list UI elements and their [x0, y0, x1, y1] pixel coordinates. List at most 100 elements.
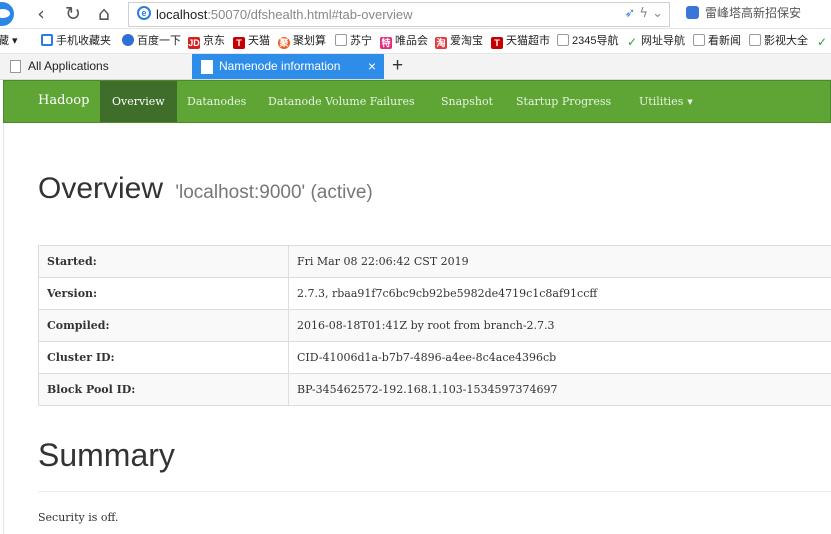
speed-icon[interactable]: ➶	[624, 6, 635, 21]
page-icon	[335, 34, 347, 46]
bookmark-label: 天猫	[248, 35, 270, 47]
overview-heading: Overview 'localhost:9000' (active)	[38, 172, 373, 206]
table-row: Compiled: 2016-08-18T01:41Z by root from…	[38, 309, 831, 342]
bookmark-label: 京东	[203, 35, 225, 47]
browser-logo-icon	[0, 2, 14, 26]
bookmark-item[interactable]: 聚聚划算	[278, 33, 326, 49]
bookmark-item[interactable]: T 天猫超市	[491, 33, 550, 49]
baidu-search-icon	[686, 6, 699, 19]
nav-utilities-label: Utilities	[639, 95, 684, 108]
url-host: localhost	[156, 7, 208, 22]
table-row: Started: Fri Mar 08 22:06:42 CST 2019	[38, 245, 831, 278]
chevron-down-icon[interactable]: ⌄	[652, 6, 663, 21]
phone-icon	[41, 34, 53, 46]
row-key: Compiled:	[38, 309, 289, 342]
nav-datanode-volume-failures[interactable]: Datanode Volume Failures	[268, 81, 415, 122]
row-value: BP-345462572-192.168.1.103-1534597374697	[288, 373, 831, 406]
tmall-market-icon: T	[491, 37, 503, 49]
vip-icon: 特	[380, 37, 392, 49]
bookmark-label: 聚划算	[293, 35, 326, 47]
new-tab-button[interactable]: +	[392, 55, 403, 77]
bookmarks-bar: 藏 ▾ 手机收藏夹 百度一下 JD京东 T天猫 聚聚划算 苏宁 特唯品会 淘爱淘…	[0, 29, 831, 54]
page-border	[3, 123, 4, 534]
home-button[interactable]: ⌂	[93, 3, 115, 25]
bookmark-label: 天猫超市	[506, 35, 550, 47]
bookmark-item[interactable]: JD 京东	[188, 33, 225, 49]
bookmark-label: 百度一下	[137, 35, 181, 47]
url-path: :50070/dfshealth.html#tab-overview	[207, 7, 413, 22]
page-icon	[10, 60, 21, 73]
bookmark-item[interactable]: 手机收藏夹	[41, 33, 111, 49]
bookmark-label: 手机收藏夹	[56, 35, 111, 47]
table-row: Block Pool ID: BP-345462572-192.168.1.10…	[38, 373, 831, 406]
search-box[interactable]: 雷峰塔高新招保安	[676, 2, 831, 25]
table-row: Cluster ID: CID-41006d1a-b7b7-4896-a4ee-…	[38, 341, 831, 374]
hadoop-navbar: Hadoop Overview Datanodes Datanode Volum…	[3, 80, 831, 123]
page-icon	[693, 34, 705, 46]
page-icon	[201, 60, 213, 74]
site-info-icon[interactable]: e	[137, 6, 151, 20]
bookmark-label: 网址导航	[641, 35, 685, 47]
bookmark-label: 看新闻	[708, 35, 741, 47]
bookmark-label: 爱淘宝	[450, 35, 483, 47]
overview-table: Started: Fri Mar 08 22:06:42 CST 2019 Ve…	[38, 245, 831, 406]
row-key: Cluster ID:	[38, 341, 289, 374]
nav-datanodes[interactable]: Datanodes	[187, 81, 246, 122]
page-icon	[557, 34, 569, 46]
tab-label: Namenode information	[219, 59, 341, 73]
bookmark-item[interactable]: 2345导航	[557, 33, 618, 49]
bookmark-item[interactable]: 看新闻	[693, 33, 741, 49]
bookmarks-menu[interactable]: 藏 ▾	[0, 33, 18, 49]
page-title: Overview	[38, 172, 164, 205]
tab-all-applications[interactable]: All Applications	[0, 54, 190, 79]
nav-snapshot[interactable]: Snapshot	[441, 81, 493, 122]
row-value: CID-41006d1a-b7b7-4896-a4ee-8c4ace4396cb	[288, 341, 831, 374]
check-icon: ✓	[626, 35, 638, 49]
juhuasuan-icon: 聚	[278, 37, 290, 49]
bookmark-item[interactable]: 影视大全	[749, 33, 808, 49]
bookmark-item[interactable]: 百度一下	[122, 33, 181, 49]
divider	[38, 491, 831, 492]
nav-utilities[interactable]: Utilities ▼	[639, 81, 693, 122]
bookmark-item[interactable]: 淘爱淘宝	[435, 33, 483, 49]
aitaobao-icon: 淘	[435, 37, 447, 49]
flash-icon[interactable]: ϟ	[639, 6, 648, 21]
security-status: Security is off.	[38, 511, 119, 524]
bookmark-item[interactable]: ✓ 网址导航	[626, 33, 685, 49]
bookmark-label: 2345导航	[572, 35, 619, 47]
bookmark-label: 影视大全	[764, 35, 808, 47]
bookmark-item[interactable]: ✓	[816, 33, 831, 49]
tab-label: All Applications	[28, 59, 109, 73]
baidu-paw-icon	[122, 34, 134, 46]
bookmark-item[interactable]: T 天猫	[233, 33, 270, 49]
bookmark-item[interactable]: 特唯品会	[380, 33, 428, 49]
browser-toolbar: ‹ ↻ ⌂ e localhost:50070/dfshealth.html#t…	[0, 0, 831, 29]
row-value: Fri Mar 08 22:06:42 CST 2019	[288, 245, 831, 278]
page-icon	[749, 34, 761, 46]
row-key: Block Pool ID:	[38, 373, 289, 406]
brand-logo[interactable]: Hadoop	[38, 93, 89, 108]
bookmark-item[interactable]: 苏宁	[335, 33, 372, 49]
reload-button[interactable]: ↻	[62, 3, 84, 25]
url-text[interactable]: localhost:50070/dfshealth.html#tab-overv…	[156, 7, 413, 22]
tab-strip: All Applications Namenode information × …	[0, 54, 831, 80]
address-bar-actions[interactable]: ➶ ϟ ⌄	[624, 6, 663, 21]
address-bar[interactable]: e localhost:50070/dfshealth.html#tab-ove…	[128, 2, 670, 27]
row-value: 2.7.3, rbaa91f7c6bc9cb92be5982de4719c1c8…	[288, 277, 831, 310]
row-key: Version:	[38, 277, 289, 310]
tab-namenode-information[interactable]: Namenode information ×	[192, 54, 384, 79]
page-subtitle: 'localhost:9000' (active)	[175, 182, 373, 203]
nav-overview[interactable]: Overview	[100, 81, 177, 122]
row-key: Started:	[38, 245, 289, 278]
bookmark-label: 唯品会	[395, 35, 428, 47]
bookmark-label: 苏宁	[350, 35, 372, 47]
close-icon[interactable]: ×	[368, 54, 376, 79]
summary-heading: Summary	[38, 437, 175, 473]
nav-startup-progress[interactable]: Startup Progress	[516, 81, 611, 122]
table-row: Version: 2.7.3, rbaa91f7c6bc9cb92be5982d…	[38, 277, 831, 310]
tmall-icon: T	[233, 37, 245, 49]
search-box-text: 雷峰塔高新招保安	[705, 6, 802, 20]
jd-icon: JD	[188, 37, 200, 49]
back-button[interactable]: ‹	[30, 3, 52, 25]
caret-down-icon: ▼	[687, 98, 693, 106]
